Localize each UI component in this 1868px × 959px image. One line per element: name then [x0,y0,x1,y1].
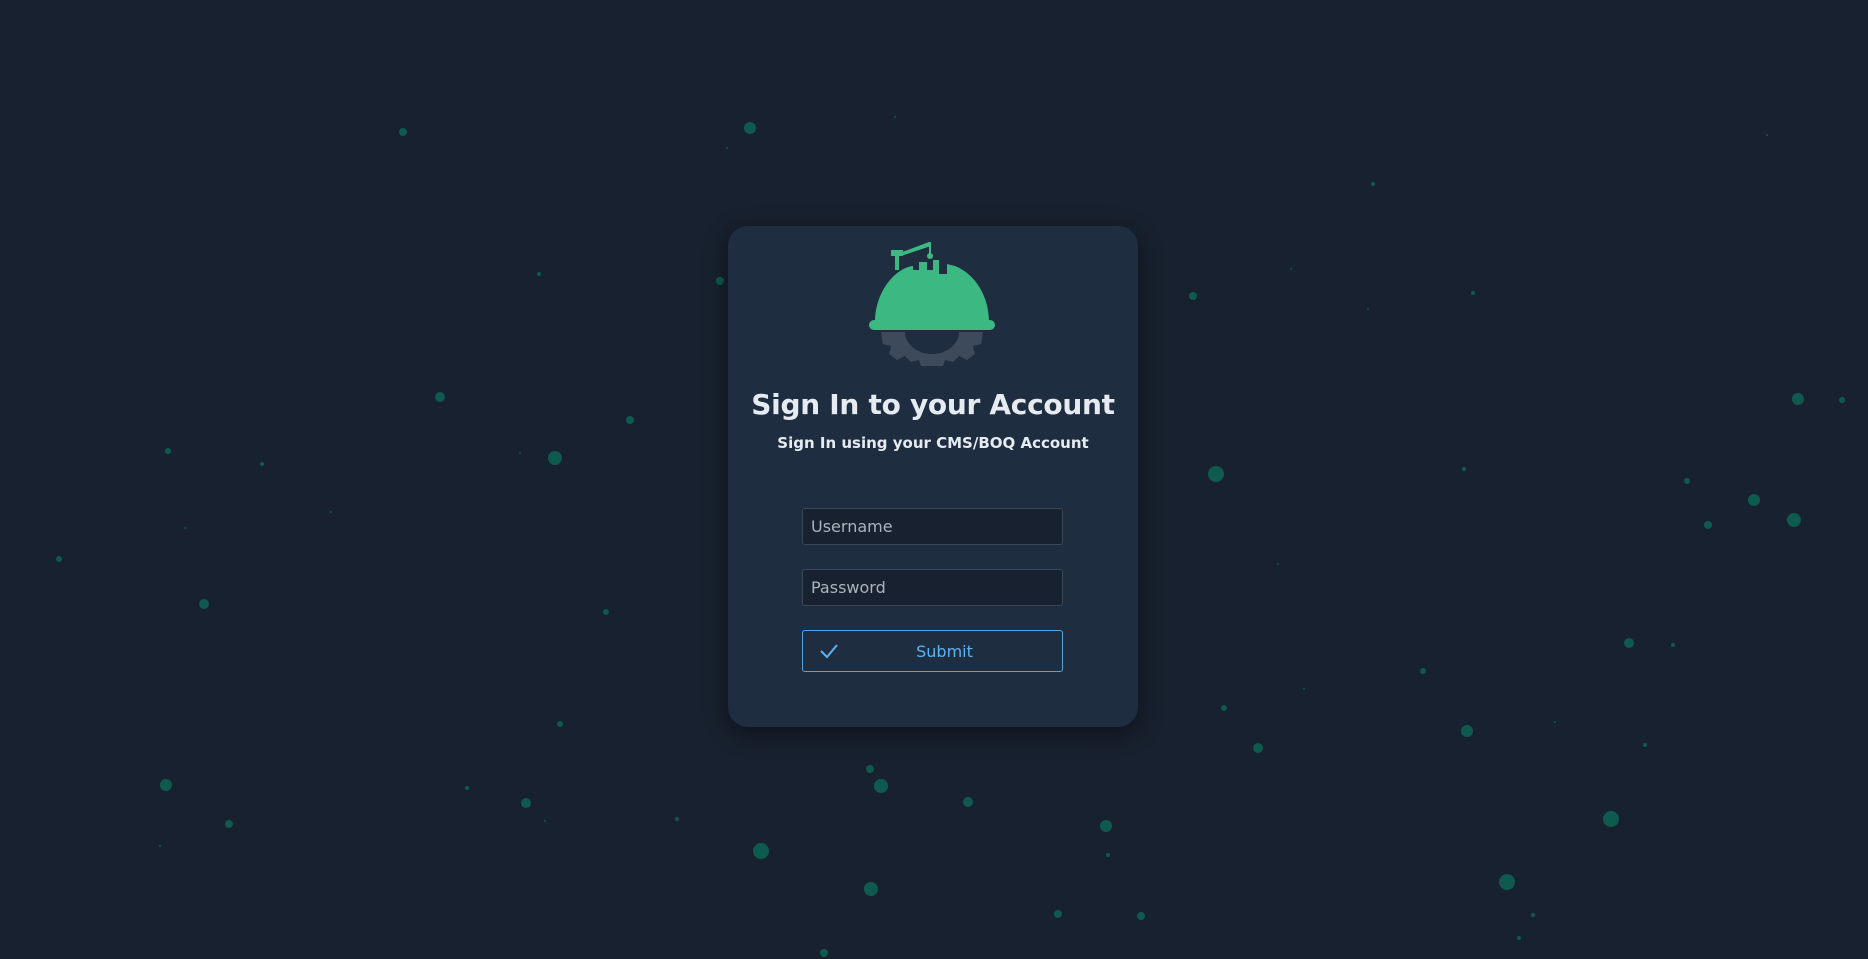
particle-dot [1471,291,1475,295]
particle-dot [1277,563,1279,565]
submit-button[interactable]: Submit [802,630,1063,672]
particle-dot [1367,308,1369,310]
particle-dot [1684,478,1690,484]
particle-dot [1462,467,1466,471]
particle-dot [753,843,769,859]
particle-dot [820,949,828,957]
particle-dot [1054,910,1062,918]
particle-dot [521,798,531,808]
particle-dot [603,609,609,615]
particle-dot [1189,292,1197,300]
particle-dot [1371,182,1375,186]
particle-dot [1137,912,1145,920]
particle-dot [744,122,756,134]
particle-dot [866,765,874,773]
particle-dot [1766,134,1768,136]
particle-dot [894,116,896,118]
particle-dot [1839,397,1845,403]
particle-dot [260,462,264,466]
particle-dot [537,272,541,276]
particle-dot [1303,688,1305,690]
particle-dot [160,779,172,791]
hard-hat-gear-logo-icon [869,242,995,366]
page-subtitle: Sign In using your CMS/BOQ Account [777,434,1089,452]
password-input[interactable] [802,569,1063,606]
particle-dot [1290,268,1292,270]
particle-dot [626,416,634,424]
particle-dot [330,511,332,513]
particle-dot [548,451,562,465]
particle-dot [159,845,161,847]
username-input[interactable] [802,508,1063,545]
particle-dot [1643,743,1647,747]
particle-dot [1554,721,1556,723]
particle-dot [1106,853,1110,857]
particle-dot [557,721,563,727]
particle-dot [1671,643,1675,647]
particle-dot [1704,521,1712,529]
particle-dot [1517,936,1521,940]
particle-dot [1253,743,1263,753]
particle-dot [1531,913,1535,917]
particle-dot [1787,513,1801,527]
login-page: Sign In to your Account Sign In using yo… [0,0,1868,959]
particle-dot [225,820,233,828]
particle-dot [874,779,888,793]
page-title: Sign In to your Account [751,388,1115,421]
particle-dot [1748,494,1760,506]
particle-dot [1100,820,1112,832]
particle-dot [1420,668,1426,674]
particle-dot [963,797,973,807]
particle-dot [864,882,878,896]
particle-dot [399,128,407,136]
particle-dot [1603,811,1619,827]
particle-dot [544,820,546,822]
particle-dot [1499,874,1515,890]
particle-dot [1208,466,1224,482]
particle-dot [726,147,728,149]
particle-dot [199,599,209,609]
particle-dot [1221,705,1227,711]
particle-dot [184,527,186,529]
particle-dot [165,448,171,454]
particle-dot [519,452,521,454]
particle-dot [1792,393,1804,405]
particle-dot [435,392,445,402]
particle-dot [1461,725,1473,737]
particle-dot [56,556,62,562]
particle-dot [465,786,469,790]
particle-dot [716,277,724,285]
particle-dot [675,817,679,821]
submit-label: Submit [916,642,973,661]
particle-dot [1624,638,1634,648]
login-card: Sign In to your Account Sign In using yo… [728,226,1138,727]
